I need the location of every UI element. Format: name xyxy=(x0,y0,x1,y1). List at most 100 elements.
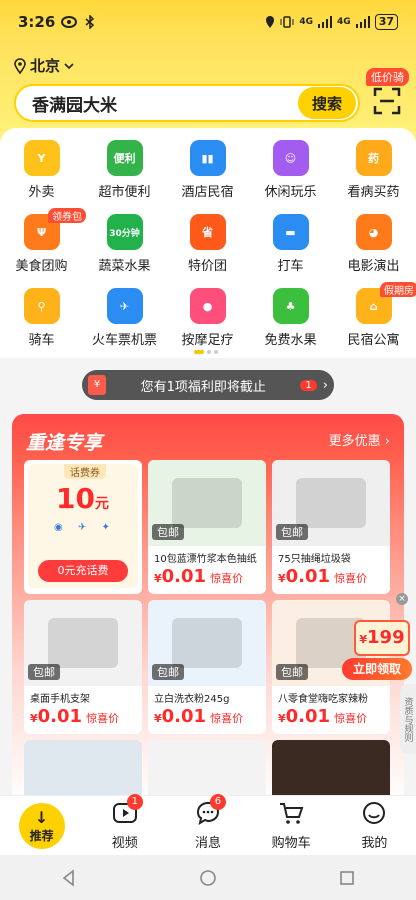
category-item[interactable]: ⚲ 骑车 xyxy=(0,288,83,348)
promo-card: 重逢专享 更多优惠 › 话费券 10元 ◉ ✈ ✦ 0元充话费 包邮 10包蓝漂竹… xyxy=(12,414,404,804)
system-nav-bar xyxy=(0,855,416,900)
category-item[interactable]: ♣ 免费水果 xyxy=(249,288,332,348)
category-item[interactable]: ✈ 火车票机票 xyxy=(83,288,166,348)
tab-label: 我的 xyxy=(361,836,388,851)
category-label: 火车票机票 xyxy=(91,333,157,348)
search-bar[interactable]: 香满园大米 搜索 xyxy=(14,84,360,122)
smile-icon xyxy=(361,800,387,832)
category-label: 免费水果 xyxy=(264,333,317,348)
location-pin-icon xyxy=(14,57,26,74)
eye-icon xyxy=(61,16,78,28)
bottom-tab-bar: ↓ 推荐视频 1 消息 6 购物车 我的 xyxy=(0,794,416,855)
location-selector[interactable]: 北京 xyxy=(14,55,74,76)
more-offers-link[interactable]: 更多优惠 › xyxy=(329,430,390,449)
category-item[interactable]: ▮▮ 酒店民宿 xyxy=(166,140,249,200)
product-name: 立白洗衣粉245g xyxy=(154,694,230,705)
play-icon: ☺ xyxy=(272,140,309,176)
category-label: 休闲玩乐 xyxy=(264,185,317,200)
category-label: 蔬菜水果 xyxy=(98,259,151,274)
veggie-icon: 30分钟 xyxy=(106,214,143,250)
scan-icon[interactable] xyxy=(372,86,402,116)
category-label: 骑车 xyxy=(28,333,55,348)
status-bar: 3:26 4G 4G 37 xyxy=(18,10,398,34)
battery-icon: 37 xyxy=(374,14,398,30)
product-card[interactable]: 包邮 立白洗衣粉245g ¥0.01 惊喜价 xyxy=(148,600,266,734)
category-label: 美食团购 xyxy=(15,259,68,274)
benefit-count: 1 xyxy=(300,379,317,391)
product-price: ¥0.01 惊喜价 xyxy=(30,706,120,727)
category-label: 看病买药 xyxy=(347,185,400,200)
product-name: 桌面手机支架 xyxy=(30,694,90,705)
category-item[interactable]: 30分钟蔬菜水果 xyxy=(83,214,166,274)
product-card[interactable]: 包邮桌面手机支架 ¥0.01 惊喜价 xyxy=(24,600,142,734)
status-time: 3:26 xyxy=(18,13,56,31)
claim-button[interactable]: 立即领取 xyxy=(342,658,412,680)
product-card[interactable]: 包邮 10包蓝漂竹浆本色抽纸 ¥0.01 惊喜价 xyxy=(148,460,266,594)
product-name: 75只抽绳垃圾袋 xyxy=(278,554,351,565)
free-shipping-badge: 包邮 xyxy=(152,664,184,680)
category-item[interactable]: ▬ 打车 xyxy=(249,214,332,274)
benefit-banner[interactable]: ¥ 您有1项福利即将截止 1 › xyxy=(82,370,334,400)
product-price: ¥0.01 惊喜价 xyxy=(278,706,368,727)
tab-label: 视频 xyxy=(111,836,138,851)
close-float-icon[interactable]: × xyxy=(396,593,408,605)
product-card[interactable]: 包邮 75只抽绳垃圾袋 ¥0.01 惊喜价 xyxy=(272,460,390,594)
location-status-icon xyxy=(266,16,275,28)
back-icon[interactable] xyxy=(60,868,78,887)
category-item[interactable]: ◕ 电影演出 xyxy=(332,214,415,274)
category-tag: 假期房 xyxy=(380,282,416,297)
tab-3[interactable]: 购物车 xyxy=(261,800,321,851)
chevron-right-icon: › xyxy=(322,377,328,393)
tab-2[interactable]: 消息 6 xyxy=(178,794,238,851)
category-item[interactable]: ⌂ 民宿公寓 假期房 xyxy=(332,282,416,348)
qualification-rules-link[interactable]: 资质与规则 xyxy=(400,684,416,754)
free-shipping-badge: 包邮 xyxy=(28,664,60,680)
coupon-button[interactable]: 0元充话费 xyxy=(38,560,128,582)
vibrate-icon xyxy=(280,16,294,28)
bike-icon: ⚲ xyxy=(23,288,60,324)
promo-title: 重逢专享 xyxy=(26,432,103,454)
kangaroo-icon: Y xyxy=(23,140,60,176)
home-icon[interactable] xyxy=(199,869,217,887)
down-arrow-icon: ↓ 推荐 xyxy=(18,802,65,849)
category-item[interactable]: 省特价团 xyxy=(166,214,249,274)
category-item[interactable]: 药看病买药 xyxy=(332,140,415,200)
tab-badge: 1 xyxy=(126,794,143,810)
category-item[interactable]: ● 按摩足疗 xyxy=(166,288,249,348)
car-icon: ▬ xyxy=(272,214,309,250)
tab-label: 购物车 xyxy=(271,836,311,851)
coupon-icon: ¥ xyxy=(88,375,106,395)
tab-4[interactable]: 我的 xyxy=(344,800,404,851)
category-label: 酒店民宿 xyxy=(181,185,234,200)
signal-icon-2 xyxy=(355,16,370,28)
category-label: 外卖 xyxy=(28,185,55,200)
coupon-tag: 话费券 xyxy=(64,464,106,479)
product-name: 八零食堂嗨吃家辣粉 xyxy=(278,694,368,705)
free-shipping-badge: 包邮 xyxy=(276,524,308,540)
scan-tag: 低价骑 xyxy=(366,68,409,86)
page-indicator xyxy=(194,350,218,354)
search-button[interactable]: 搜索 xyxy=(298,87,356,119)
chevron-down-icon xyxy=(64,62,74,69)
category-item[interactable]: ☺ 休闲玩乐 xyxy=(249,140,332,200)
product-price: ¥0.01 惊喜价 xyxy=(278,566,368,587)
category-item[interactable]: Ψ 美食团购 领券包 xyxy=(0,208,86,274)
tab-0[interactable]: ↓ 推荐 xyxy=(12,802,72,849)
category-label: 超市便利 xyxy=(98,185,151,200)
search-input[interactable]: 香满园大米 xyxy=(32,91,117,116)
category-tag: 领券包 xyxy=(48,208,86,223)
category-label: 打车 xyxy=(277,259,304,274)
network-1: 4G xyxy=(299,17,314,27)
recents-icon[interactable] xyxy=(338,869,356,887)
plane-icon: ✈ xyxy=(106,288,143,324)
float-coupon[interactable]: ¥199 立即领取 xyxy=(342,620,412,682)
save-tag-icon: 省 xyxy=(189,214,226,250)
category-item[interactable]: 便利 超市便利 xyxy=(83,140,166,200)
medicine-icon: 药 xyxy=(355,140,392,176)
carrier-logos: ◉ ✈ ✦ xyxy=(54,522,116,533)
category-item[interactable]: Y 外卖 xyxy=(0,140,83,200)
category-label: 特价团 xyxy=(187,259,227,274)
benefit-text: 您有1项福利即将截止 xyxy=(140,379,266,395)
tab-1[interactable]: 视频 1 xyxy=(95,794,155,851)
coupon-card[interactable]: 话费券 10元 ◉ ✈ ✦ 0元充话费 xyxy=(24,460,142,594)
